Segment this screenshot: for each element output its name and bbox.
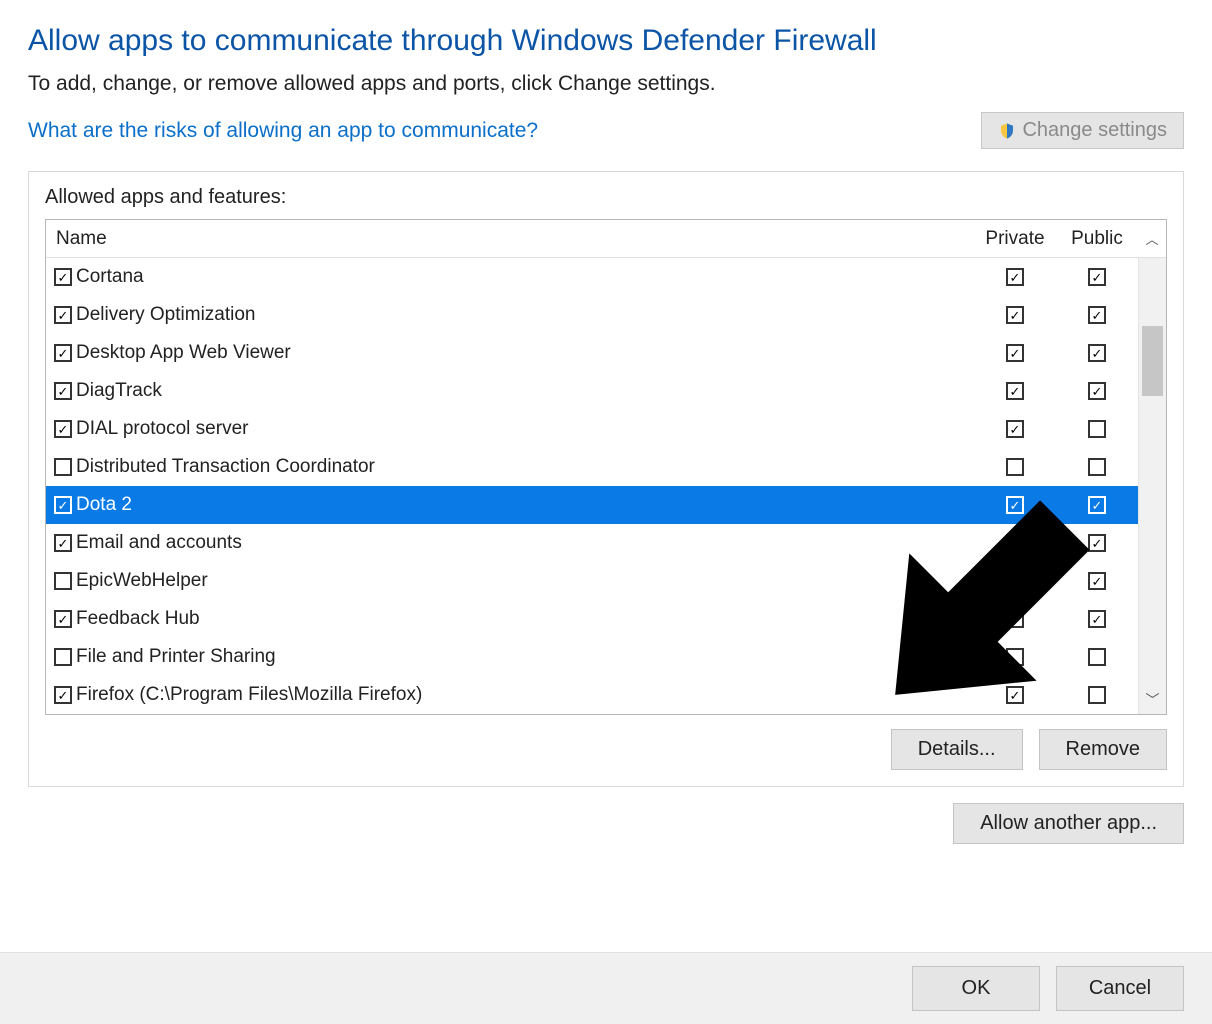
remove-button[interactable]: Remove — [1039, 729, 1167, 770]
row-enable-checkbox[interactable]: ✓ — [54, 610, 72, 628]
row-name-label: Distributed Transaction Coordinator — [76, 456, 375, 478]
row-private-checkbox[interactable]: ✓ — [1006, 534, 1024, 552]
row-enable-checkbox[interactable]: ✓ — [54, 344, 72, 362]
row-private-checkbox[interactable] — [1006, 648, 1024, 666]
row-name-label: DIAL protocol server — [76, 418, 248, 440]
row-private-checkbox[interactable]: ✓ — [1006, 686, 1024, 704]
table-row[interactable]: ✓Firefox (C:\Program Files\Mozilla Firef… — [46, 676, 1166, 714]
row-name-label: Email and accounts — [76, 532, 242, 554]
row-name-label: Delivery Optimization — [76, 304, 256, 326]
scroll-down-icon[interactable]: ﹀ — [1139, 686, 1166, 714]
table-row[interactable]: Distributed Transaction Coordinator — [46, 448, 1166, 486]
row-name-label: File and Printer Sharing — [76, 646, 276, 668]
row-enable-checkbox[interactable]: ✓ — [54, 268, 72, 286]
row-enable-checkbox[interactable]: ✓ — [54, 382, 72, 400]
row-enable-checkbox[interactable]: ✓ — [54, 686, 72, 704]
panel-label: Allowed apps and features: — [45, 186, 1167, 209]
column-private[interactable]: Private — [974, 228, 1056, 250]
scroll-up-header[interactable]: ︿ — [1138, 229, 1166, 248]
row-private-checkbox[interactable]: ✓ — [1006, 496, 1024, 514]
table-row[interactable]: ✓Delivery Optimization✓✓ — [46, 296, 1166, 334]
row-name-label: Firefox (C:\Program Files\Mozilla Firefo… — [76, 684, 422, 706]
row-private-checkbox[interactable]: ✓ — [1006, 344, 1024, 362]
row-private-checkbox[interactable]: ✓ — [1006, 572, 1024, 590]
table-row[interactable]: File and Printer Sharing — [46, 638, 1166, 676]
row-name-label: Dota 2 — [76, 494, 132, 516]
table-row[interactable]: ✓Email and accounts✓✓ — [46, 524, 1166, 562]
scrollbar[interactable]: ﹀ — [1138, 258, 1166, 714]
row-public-checkbox[interactable]: ✓ — [1088, 382, 1106, 400]
ok-button[interactable]: OK — [912, 966, 1040, 1011]
row-private-checkbox[interactable]: ✓ — [1006, 268, 1024, 286]
allow-another-app-button[interactable]: Allow another app... — [953, 803, 1184, 844]
row-private-checkbox[interactable]: ✓ — [1006, 306, 1024, 324]
row-name-label: Feedback Hub — [76, 608, 200, 630]
change-settings-label: Change settings — [1022, 119, 1167, 142]
row-enable-checkbox[interactable]: ✓ — [54, 306, 72, 324]
dialog-footer: OK Cancel — [0, 952, 1212, 1024]
row-public-checkbox[interactable] — [1088, 420, 1106, 438]
row-public-checkbox[interactable]: ✓ — [1088, 306, 1106, 324]
table-row[interactable]: ✓Cortana✓✓ — [46, 258, 1166, 296]
row-enable-checkbox[interactable]: ✓ — [54, 496, 72, 514]
row-name-label: EpicWebHelper — [76, 570, 208, 592]
row-private-checkbox[interactable]: ✓ — [1006, 610, 1024, 628]
scroll-track[interactable] — [1139, 286, 1166, 686]
change-settings-button[interactable]: Change settings — [981, 112, 1184, 149]
table-row[interactable]: ✓Feedback Hub✓✓ — [46, 600, 1166, 638]
row-enable-checkbox[interactable]: ✓ — [54, 534, 72, 552]
shield-icon — [998, 122, 1016, 140]
row-private-checkbox[interactable]: ✓ — [1006, 420, 1024, 438]
row-enable-checkbox[interactable] — [54, 648, 72, 666]
row-public-checkbox[interactable]: ✓ — [1088, 496, 1106, 514]
details-button[interactable]: Details... — [891, 729, 1023, 770]
row-public-checkbox[interactable]: ✓ — [1088, 572, 1106, 590]
row-public-checkbox[interactable] — [1088, 458, 1106, 476]
row-enable-checkbox[interactable] — [54, 572, 72, 590]
column-public[interactable]: Public — [1056, 228, 1138, 250]
row-public-checkbox[interactable]: ✓ — [1088, 610, 1106, 628]
column-name[interactable]: Name — [46, 228, 974, 250]
row-name-label: DiagTrack — [76, 380, 162, 402]
risks-link[interactable]: What are the risks of allowing an app to… — [28, 119, 538, 143]
row-enable-checkbox[interactable] — [54, 458, 72, 476]
row-public-checkbox[interactable]: ✓ — [1088, 268, 1106, 286]
scroll-thumb[interactable] — [1142, 326, 1163, 396]
row-public-checkbox[interactable] — [1088, 686, 1106, 704]
allowed-apps-listbox[interactable]: Name Private Public ︿ ✓Cortana✓✓✓Deliver… — [45, 219, 1167, 715]
row-public-checkbox[interactable] — [1088, 648, 1106, 666]
list-header: Name Private Public ︿ — [46, 220, 1166, 258]
allowed-apps-panel: Allowed apps and features: Name Private … — [28, 171, 1184, 787]
table-row[interactable]: ✓Desktop App Web Viewer✓✓ — [46, 334, 1166, 372]
page-title: Allow apps to communicate through Window… — [28, 24, 1184, 58]
row-private-checkbox[interactable]: ✓ — [1006, 382, 1024, 400]
cancel-button[interactable]: Cancel — [1056, 966, 1184, 1011]
table-row[interactable]: ✓DIAL protocol server✓ — [46, 410, 1166, 448]
row-public-checkbox[interactable]: ✓ — [1088, 344, 1106, 362]
row-enable-checkbox[interactable]: ✓ — [54, 420, 72, 438]
row-public-checkbox[interactable]: ✓ — [1088, 534, 1106, 552]
table-row[interactable]: ✓DiagTrack✓✓ — [46, 372, 1166, 410]
table-row[interactable]: EpicWebHelper ✓ ✓ — [46, 562, 1166, 600]
row-private-checkbox[interactable] — [1006, 458, 1024, 476]
scroll-up-icon[interactable] — [1139, 258, 1166, 286]
row-name-label: Desktop App Web Viewer — [76, 342, 291, 364]
page-subtitle: To add, change, or remove allowed apps a… — [28, 72, 1184, 96]
row-name-label: Cortana — [76, 266, 144, 288]
table-row[interactable]: ✓Dota 2✓✓ — [46, 486, 1166, 524]
